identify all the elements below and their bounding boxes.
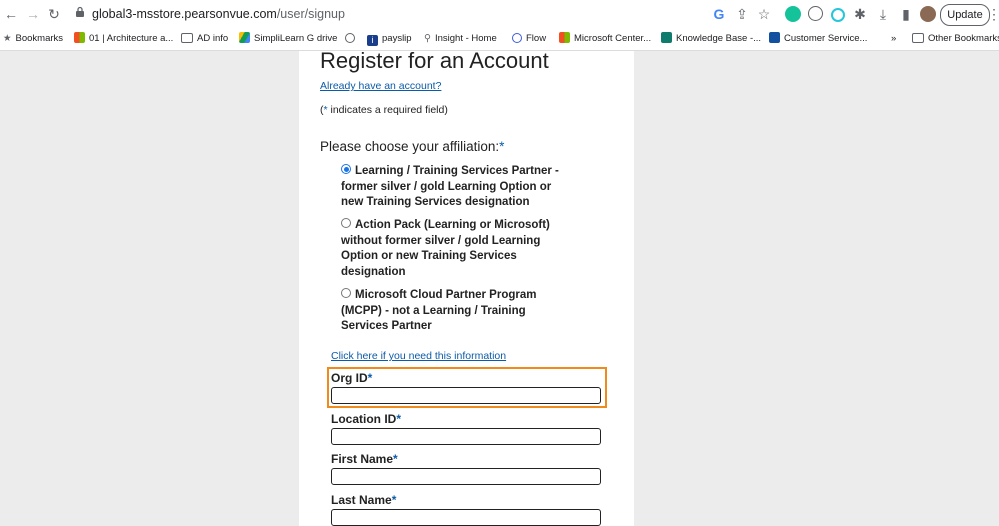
radio-button[interactable] [341,164,351,174]
grammarly-icon[interactable] [785,6,801,22]
star-icon: ★ [3,33,12,44]
flow-icon [512,33,522,43]
last-name-field[interactable] [331,509,601,526]
location-id-label: Location ID* [331,412,402,426]
bookmark-microsoft-center[interactable]: Microsoft Center... [559,32,651,46]
org-id-label: Org ID* [331,371,373,385]
affiliation-option-action-pack[interactable]: Action Pack (Learning or Microsoft) with… [341,218,566,281]
page-title: Register for an Account [320,48,549,73]
org-id-field[interactable] [331,387,601,404]
already-have-account-link[interactable]: Already have an account? [320,80,441,92]
google-drive-icon [239,32,250,43]
avatar[interactable] [920,6,936,22]
bookmarks-overflow[interactable]: » [891,32,896,46]
share-icon[interactable]: ⇪ [734,6,750,22]
microsoft-logo-icon [74,32,85,43]
bell-logo-icon [769,32,780,43]
knowledge-base-icon [661,32,672,43]
url-host: global3-msstore.pearsonvue.com [92,7,277,21]
affiliation-option-mcpp[interactable]: Microsoft Cloud Partner Program (MCPP) -… [341,288,566,335]
address-bar[interactable]: global3-msstore.pearsonvue.com/user/sign… [92,7,345,21]
bookmark-insight[interactable]: ⚲ Insight - Home [424,32,497,46]
bookmark-bookmarks[interactable]: ★ Bookmarks [3,32,63,46]
back-icon[interactable]: ← [3,6,19,22]
puzzle-icon[interactable]: ✱ [852,6,868,22]
microsoft-logo-icon [559,32,570,43]
bookmark-simplilearn[interactable]: SimpliLearn G drive [239,32,337,46]
globe-icon [345,33,355,43]
extension-circle-icon[interactable] [831,8,845,22]
folder-icon [181,33,193,43]
affiliation-label: Please choose your affiliation:* [320,139,505,154]
kebab-menu-icon[interactable]: ⋮ [987,6,999,22]
url-path: /user/signup [276,7,345,21]
bookmark-knowledge-base[interactable]: Knowledge Base -... [661,32,761,46]
radio-button[interactable] [341,218,351,228]
bookmark-other[interactable]: Other Bookmarks [912,32,999,46]
forward-icon[interactable]: → [25,6,41,22]
reload-icon[interactable]: ↻ [46,6,62,22]
last-name-label: Last Name* [331,493,397,507]
signup-panel: Register for an Account Already have an … [299,48,634,526]
bookmark-ad-info[interactable]: AD info [181,32,228,46]
bookmark-flow[interactable]: Flow [512,32,546,46]
required-note: (* indicates a required field) [320,104,448,116]
info-icon: i [367,35,378,46]
star-icon[interactable]: ☆ [756,6,772,22]
first-name-label: First Name* [331,452,398,466]
google-icon[interactable]: G [711,6,727,22]
lock-icon[interactable] [72,6,88,22]
bookmark-architecture[interactable]: 01 | Architecture a... [74,32,173,46]
bookmark-customer-service[interactable]: Customer Service... [769,32,867,46]
search-icon: ⚲ [424,33,431,44]
location-id-field[interactable] [331,428,601,445]
browser-toolbar: ← → ↻ global3-msstore.pearsonvue.com/use… [0,0,999,28]
side-panel-icon[interactable]: ▮ [898,6,914,22]
first-name-field[interactable] [331,468,601,485]
bookmark-payslip[interactable]: i payslip [367,32,412,46]
bookmark-globe[interactable] [345,32,359,46]
skype-icon[interactable] [808,6,823,21]
update-button[interactable]: Update [940,4,990,26]
radio-button[interactable] [341,288,351,298]
affiliation-option-learning-partner[interactable]: Learning / Training Services Partner - f… [341,164,566,211]
folder-icon [912,33,924,43]
info-help-link[interactable]: Click here if you need this information [331,350,506,362]
download-icon[interactable]: ⤓ [875,6,891,22]
